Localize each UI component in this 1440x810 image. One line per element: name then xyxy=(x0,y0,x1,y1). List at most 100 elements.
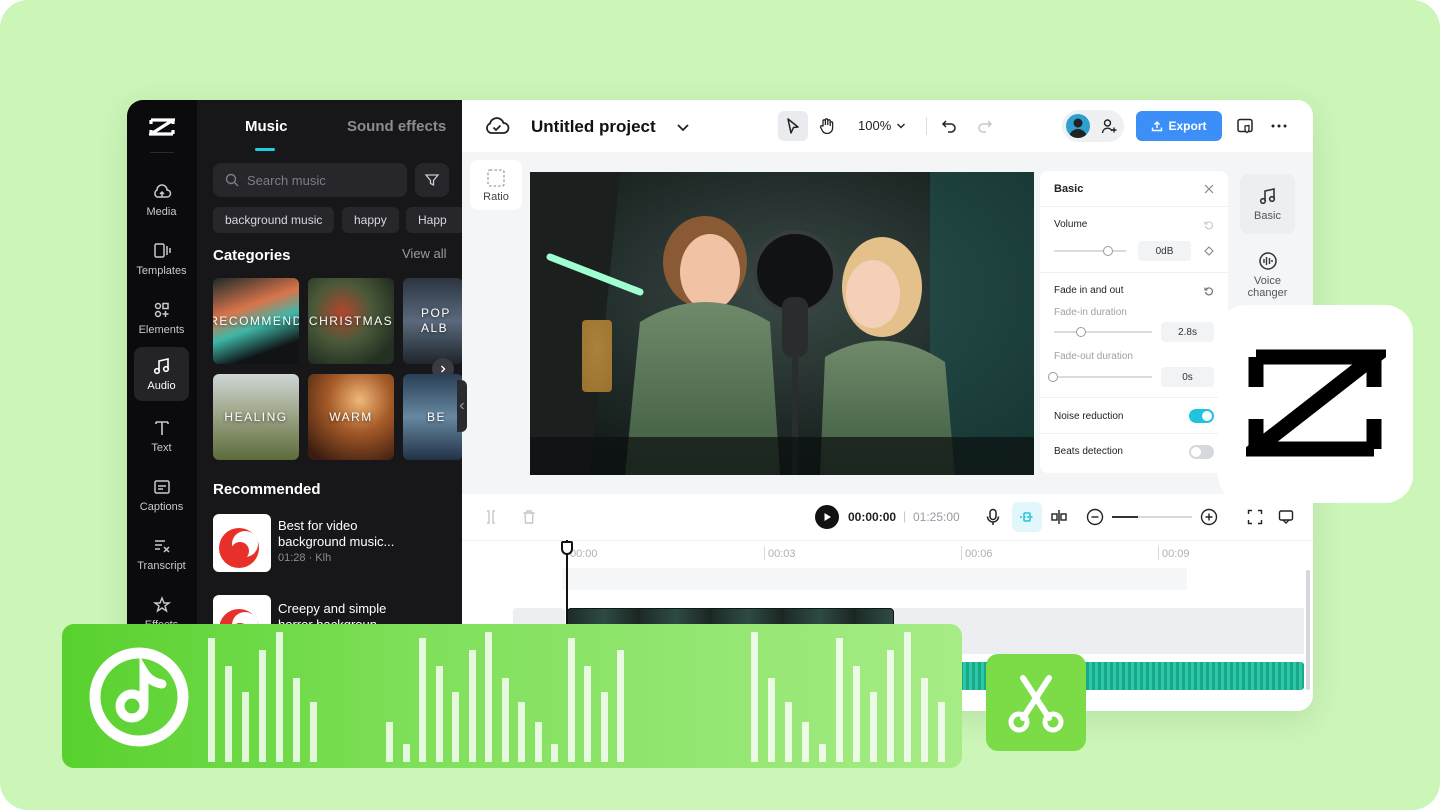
hand-tool-button[interactable] xyxy=(812,111,842,141)
categories-title: Categories xyxy=(213,247,291,264)
captions-icon xyxy=(153,480,170,494)
video-frame-image xyxy=(530,172,1034,475)
category-label: BE xyxy=(427,410,447,424)
snap-button[interactable] xyxy=(1012,502,1042,532)
ratio-button[interactable]: Ratio xyxy=(470,160,522,210)
category-label: CHRISTMAS xyxy=(308,314,394,328)
fade-in-value[interactable]: 2.8s xyxy=(1161,322,1214,342)
search-input[interactable]: Search music xyxy=(213,163,407,197)
chip-happy-2[interactable]: Happ xyxy=(406,207,462,233)
rail-label-audio: Audio xyxy=(147,380,176,392)
category-warm[interactable]: WARM xyxy=(308,374,394,460)
volume-slider[interactable] xyxy=(1054,250,1126,252)
fade-label: Fade in and out xyxy=(1054,285,1124,296)
category-healing[interactable]: HEALING xyxy=(213,374,299,460)
view-all-link[interactable]: View all xyxy=(402,246,447,261)
track-item[interactable]: Best for video background music... 01:28… xyxy=(213,514,453,572)
fit-timeline-button[interactable] xyxy=(1244,506,1266,528)
rail-item-templates[interactable]: Templates xyxy=(134,232,189,286)
beats-detection-toggle[interactable] xyxy=(1189,445,1214,459)
cut-audio-button[interactable] xyxy=(986,654,1086,751)
split-button[interactable] xyxy=(482,508,500,526)
waveform-bar xyxy=(819,744,826,762)
project-menu-button[interactable] xyxy=(674,118,692,136)
close-button[interactable] xyxy=(1202,182,1216,196)
chip-background-music[interactable]: background music xyxy=(213,207,335,233)
zoom-in-button[interactable] xyxy=(1198,506,1220,528)
tab-voice-changer[interactable]: Voice changer xyxy=(1240,240,1295,310)
more-options-button[interactable] xyxy=(1268,115,1290,137)
text-icon xyxy=(154,421,169,435)
rail-item-audio[interactable]: Audio xyxy=(134,347,189,401)
user-avatar-icon xyxy=(1069,118,1087,138)
play-button[interactable] xyxy=(815,505,839,529)
video-preview[interactable] xyxy=(530,172,1034,475)
total-duration: 01:25:00 xyxy=(913,510,960,524)
avatar[interactable] xyxy=(1066,114,1090,138)
rail-item-elements[interactable]: Elements xyxy=(134,291,189,345)
fade-in-slider[interactable] xyxy=(1054,331,1152,333)
timeline-tick: 00:00 xyxy=(570,548,598,560)
zoom-level[interactable]: 100% xyxy=(858,118,891,133)
waveform-bar xyxy=(853,666,860,762)
volume-keyframe-button[interactable] xyxy=(1202,244,1216,258)
waveform-bar xyxy=(310,702,317,762)
filter-button[interactable] xyxy=(415,163,449,197)
fade-out-slider[interactable] xyxy=(1054,376,1152,378)
fade-out-slider-knob[interactable] xyxy=(1048,372,1058,382)
zoom-out-button[interactable] xyxy=(1084,506,1106,528)
tab-basic[interactable]: Basic xyxy=(1240,174,1295,234)
rail-item-media[interactable]: Media xyxy=(134,173,189,227)
category-christmas[interactable]: CHRISTMAS xyxy=(308,278,394,364)
noise-reduction-toggle[interactable] xyxy=(1189,409,1214,423)
project-title[interactable]: Untitled project xyxy=(531,117,656,137)
redo-icon xyxy=(978,120,993,133)
record-voice-button[interactable] xyxy=(982,506,1004,528)
volume-value[interactable]: 0dB xyxy=(1138,241,1191,261)
category-be[interactable]: BE xyxy=(403,374,462,460)
volume-slider-knob[interactable] xyxy=(1103,246,1113,256)
export-label: Export xyxy=(1168,119,1207,133)
shield-button[interactable] xyxy=(1234,115,1256,137)
rail-item-captions[interactable]: Captions xyxy=(134,468,189,522)
cloud-sync-button[interactable] xyxy=(484,114,510,138)
split-align-button[interactable] xyxy=(1048,506,1070,528)
playhead-handle[interactable] xyxy=(561,541,573,555)
fade-reset-button[interactable] xyxy=(1202,284,1216,298)
category-recommend[interactable]: RECOMMEND xyxy=(213,278,299,364)
category-pop-alb[interactable]: POP ALB xyxy=(403,278,462,364)
waveform-bar xyxy=(485,632,492,762)
rail-item-transcript[interactable]: Transcript xyxy=(134,527,189,581)
timeline-top-border xyxy=(462,540,1313,541)
delete-button[interactable] xyxy=(520,508,538,526)
timeline-zoom-slider[interactable] xyxy=(1112,516,1192,518)
category-label: RECOMMEND xyxy=(213,314,299,328)
waveform-bar xyxy=(887,650,894,762)
rail-item-text[interactable]: Text xyxy=(134,409,189,463)
tab-sound-effects[interactable]: Sound effects xyxy=(347,118,446,135)
volume-reset-button[interactable] xyxy=(1202,218,1216,232)
add-user-button[interactable] xyxy=(1098,115,1120,137)
feedback-button[interactable] xyxy=(1275,506,1297,528)
toggle-knob xyxy=(1202,411,1212,421)
zoom-menu-button[interactable] xyxy=(894,119,908,133)
music-disc-icon xyxy=(89,647,189,747)
fade-in-slider-knob[interactable] xyxy=(1076,327,1086,337)
panel-collapse-handle[interactable] xyxy=(457,380,467,432)
redo-button[interactable] xyxy=(974,114,996,136)
fade-out-value[interactable]: 0s xyxy=(1161,367,1214,387)
export-button[interactable]: Export xyxy=(1136,111,1222,141)
chip-happy[interactable]: happy xyxy=(342,207,399,233)
tab-music[interactable]: Music xyxy=(245,118,288,135)
chevron-right-icon xyxy=(441,365,446,373)
time-separator: | xyxy=(903,509,907,523)
waveform-bar xyxy=(584,666,591,762)
track-cover-icon xyxy=(219,528,259,568)
waveform-bar xyxy=(600,692,608,762)
undo-button[interactable] xyxy=(938,114,960,136)
select-tool-button[interactable] xyxy=(778,111,808,141)
timeline-scrollbar[interactable] xyxy=(1306,570,1310,690)
play-icon xyxy=(824,513,831,521)
fade-out-label: Fade-out duration xyxy=(1054,351,1133,362)
track-thumbnail xyxy=(213,514,271,572)
